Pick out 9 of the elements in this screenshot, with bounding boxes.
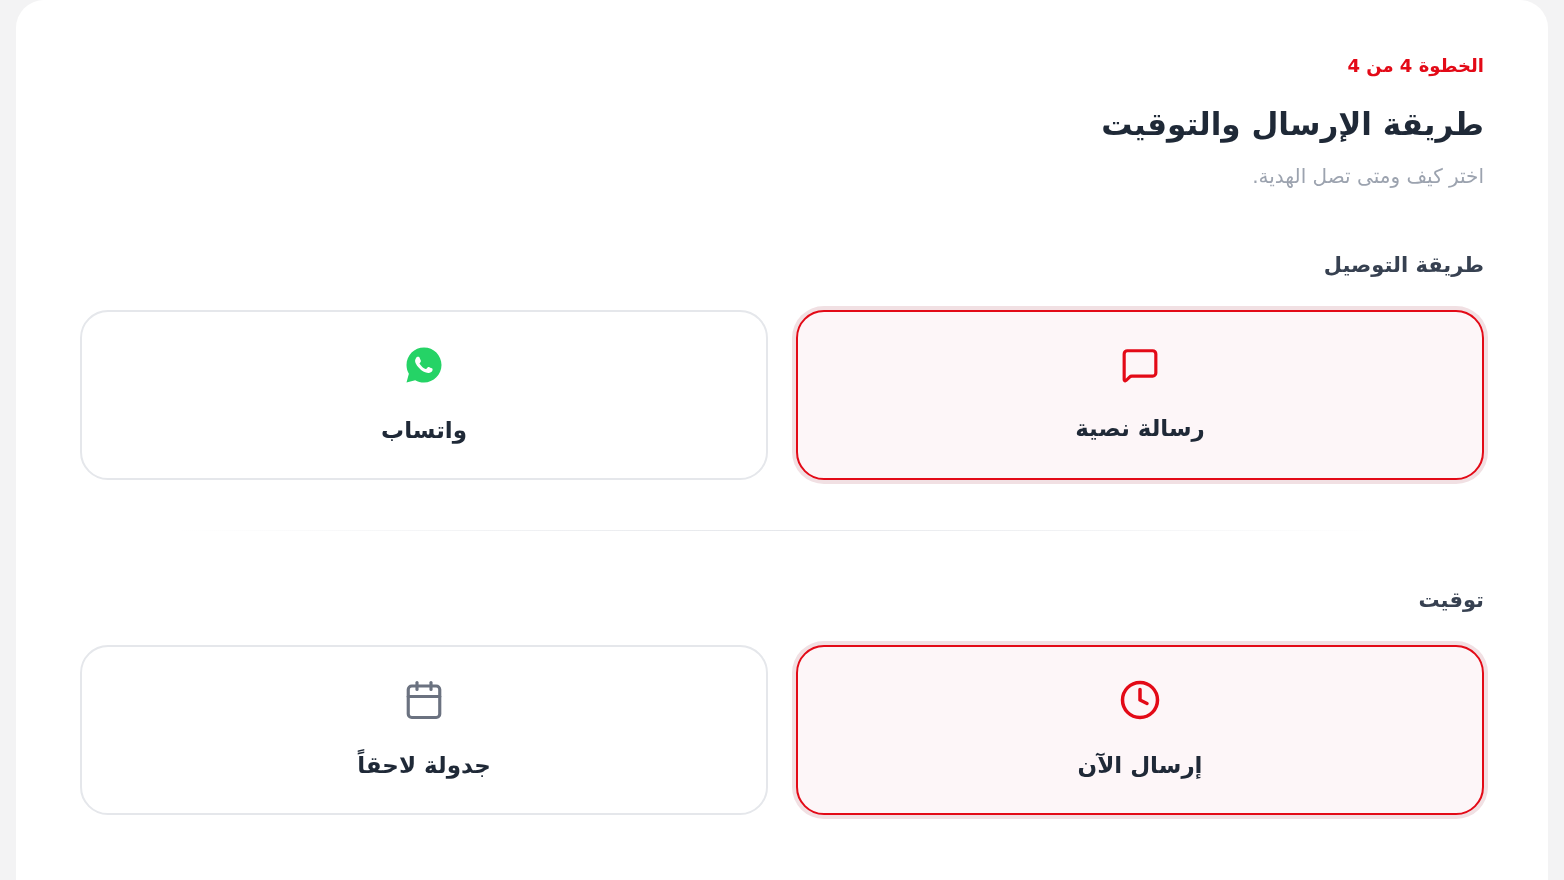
- page-subtitle: اختر كيف ومتى تصل الهدية.: [1252, 163, 1484, 190]
- page-title: طريقة الإرسال والتوقيت: [1101, 105, 1484, 144]
- section-label: توقيت: [1418, 587, 1484, 614]
- clock-icon: [1119, 679, 1161, 721]
- option-card[interactable]: واتساب: [80, 310, 768, 480]
- section-label: طريقة التوصيل: [1323, 252, 1484, 279]
- option-card[interactable]: جدولة لاحقاً: [80, 645, 768, 815]
- step-indicator: الخطوة 4 من 4: [1347, 54, 1484, 79]
- chat-bubble-icon: [1121, 346, 1159, 384]
